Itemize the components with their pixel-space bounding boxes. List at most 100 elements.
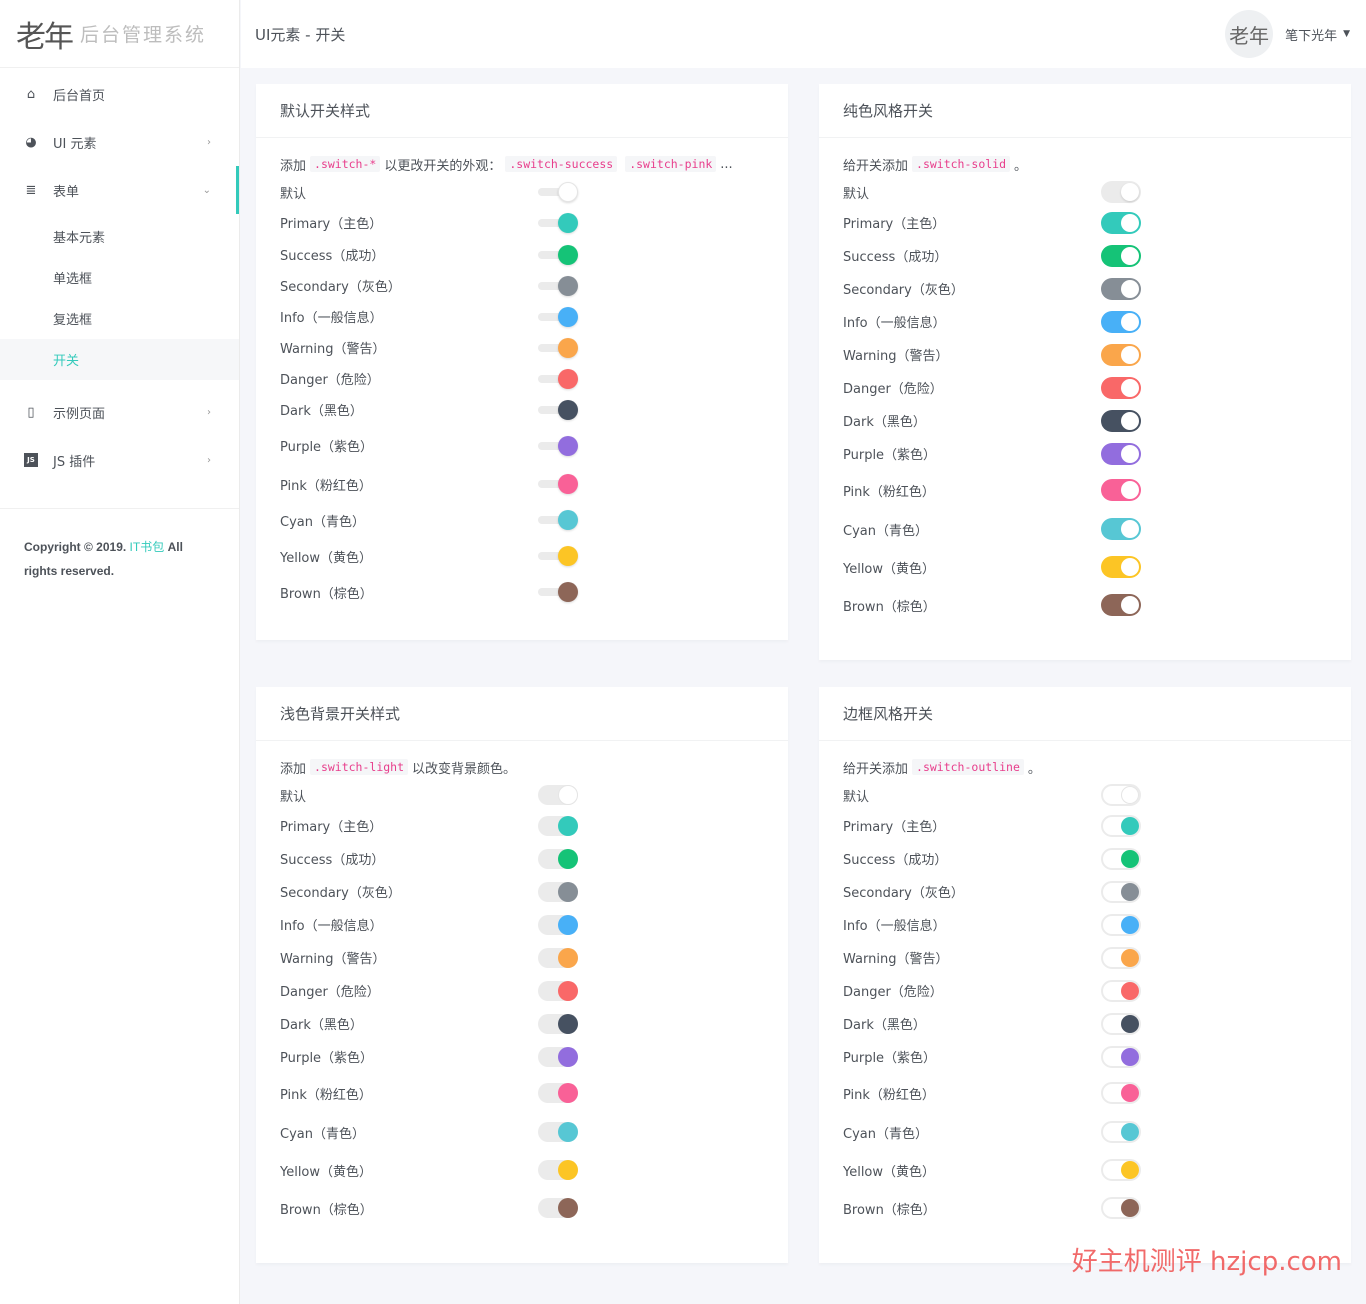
user-menu[interactable]: 老年 笔下光年 ▼ (1225, 10, 1350, 58)
sidebar-subitem-basic[interactable]: 基本元素 (0, 216, 239, 257)
switch-label: Warning（警告） (280, 342, 386, 357)
caret-down-icon[interactable]: ▼ (1343, 29, 1350, 39)
switch-toggle-cyan[interactable] (1101, 1121, 1141, 1143)
switch-toggle-success[interactable] (538, 848, 578, 869)
switch-toggle-danger[interactable] (1101, 979, 1141, 1002)
switch-knob (1121, 882, 1139, 901)
chevron-right-icon: › (207, 406, 211, 418)
sidebar-item-forms[interactable]: ≣ 表单 ⌄ (0, 166, 239, 214)
switch-toggle-warning[interactable] (538, 337, 578, 358)
desc-text: 以改变背景颜色。 (412, 761, 517, 777)
switch-toggle-dark[interactable] (538, 399, 578, 420)
switch-label: Danger（危险） (280, 373, 380, 388)
home-icon: ⌂ (26, 86, 36, 102)
switch-row-info: Info（一般信息） (280, 908, 764, 941)
switch-toggle-purple[interactable] (538, 1046, 578, 1067)
switch-row-success: Success（成功） (843, 842, 1327, 875)
switch-toggle-brown[interactable] (538, 1198, 578, 1218)
switch-knob (1121, 520, 1139, 538)
logo[interactable]: 老年 后台管理系统 (0, 0, 239, 68)
switch-toggle-primary[interactable] (538, 815, 578, 836)
switch-toggle-primary[interactable] (1101, 814, 1141, 837)
switch-toggle-secondary[interactable] (538, 881, 578, 902)
switch-toggle-brown[interactable] (1101, 1197, 1141, 1219)
switch-toggle-info[interactable] (1101, 913, 1141, 936)
switch-toggle-danger[interactable] (1101, 376, 1141, 399)
list-icon: ≣ (25, 182, 37, 198)
sidebar-submenu: 基本元素 单选框 复选框 开关 (0, 214, 239, 380)
switch-knob (1121, 213, 1139, 232)
avatar[interactable]: 老年 (1225, 10, 1274, 58)
switch-toggle-primary[interactable] (1101, 211, 1141, 234)
switch-toggle-secondary[interactable] (538, 275, 578, 296)
sidebar-item-js[interactable]: JS JS 插件 › (0, 436, 239, 484)
switch-toggle-purple[interactable] (538, 435, 578, 456)
switch-row-pink: Pink（粉红色） (280, 1073, 764, 1113)
logo-text: 后台管理系统 (80, 24, 207, 46)
switch-toggle-cyan[interactable] (538, 1122, 578, 1142)
switch-toggle-dark[interactable] (538, 1013, 578, 1034)
sidebar-subitem-radio[interactable]: 单选框 (0, 257, 239, 298)
switch-label: Yellow（黄色） (280, 1164, 373, 1180)
switch-knob (558, 815, 578, 836)
switch-toggle-pink[interactable] (538, 474, 578, 494)
sidebar-item-examples[interactable]: ▯ 示例页面 › (0, 388, 239, 436)
switch-row-yellow: Yellow（黄色） (843, 548, 1327, 586)
switch-row-yellow: Yellow（黄色） (843, 1151, 1327, 1189)
switch-toggle-dark[interactable] (1101, 409, 1141, 432)
switch-toggle-purple[interactable] (1101, 1045, 1141, 1068)
switch-toggle-secondary[interactable] (1101, 880, 1141, 903)
switch-toggle-warning[interactable] (538, 947, 578, 968)
switch-toggle-secondary[interactable] (1101, 277, 1141, 300)
switch-toggle-success[interactable] (1101, 244, 1141, 267)
copyright-brand-link[interactable]: IT书包 (130, 540, 165, 554)
switch-toggle-yellow[interactable] (1101, 556, 1141, 578)
switch-knob (558, 1160, 578, 1180)
switch-label: Brown（棕色） (843, 1202, 936, 1218)
switch-toggle-warning[interactable] (1101, 343, 1141, 366)
sidebar-item-home[interactable]: ⌂ 后台首页 (0, 70, 239, 118)
switch-toggle-yellow[interactable] (538, 1160, 578, 1180)
sidebar-subitem-checkbox[interactable]: 复选框 (0, 298, 239, 339)
switch-toggle-dark[interactable] (1101, 1012, 1141, 1035)
switch-toggle-cyan[interactable] (538, 510, 578, 530)
switch-toggle-info[interactable] (538, 914, 578, 935)
switch-toggle-yellow[interactable] (1101, 1159, 1141, 1181)
switch-toggle-pink[interactable] (1101, 1082, 1141, 1104)
switch-toggle-pink[interactable] (538, 1083, 578, 1103)
switch-toggle-default[interactable] (538, 785, 578, 805)
switch-label: Brown（棕色） (280, 586, 373, 602)
switch-toggle-cyan[interactable] (1101, 518, 1141, 540)
switch-toggle-default[interactable] (538, 182, 578, 202)
switch-toggle-danger[interactable] (538, 980, 578, 1001)
switch-toggle-info[interactable] (1101, 310, 1141, 333)
sidebar-item-ui[interactable]: ◕ UI 元素 › (0, 118, 239, 166)
code-snippet: .switch-* (310, 156, 381, 172)
file-icon: ▯ (27, 404, 35, 420)
switch-toggle-warning[interactable] (1101, 946, 1141, 969)
switch-toggle-default[interactable] (1101, 181, 1141, 203)
switch-label: Pink（粉红色） (843, 484, 935, 500)
switch-knob (1121, 312, 1139, 331)
switch-label: Dark（黑色） (280, 1018, 363, 1033)
switch-toggle-brown[interactable] (1101, 594, 1141, 616)
switch-toggle-success[interactable] (538, 244, 578, 265)
user-name[interactable]: 笔下光年 (1285, 25, 1337, 44)
switch-knob (558, 244, 578, 265)
sidebar-item-label: UI 元素 (53, 136, 97, 152)
switch-toggle-yellow[interactable] (538, 546, 578, 566)
switch-toggle-purple[interactable] (1101, 442, 1141, 465)
switch-toggle-info[interactable] (538, 306, 578, 327)
sidebar-subitem-switch[interactable]: 开关 (0, 339, 239, 380)
switch-toggle-danger[interactable] (538, 368, 578, 389)
switch-toggle-primary[interactable] (538, 212, 578, 233)
switch-row-brown: Brown（棕色） (843, 1189, 1327, 1227)
switch-toggle-pink[interactable] (1101, 479, 1141, 501)
switch-label: Info（一般信息） (280, 919, 383, 934)
switch-row-dark: Dark（黑色） (843, 1007, 1327, 1040)
switch-toggle-success[interactable] (1101, 847, 1141, 870)
switch-toggle-default[interactable] (1101, 784, 1141, 806)
switch-label: Success（成功） (280, 853, 385, 868)
switch-toggle-brown[interactable] (538, 582, 578, 602)
switch-row-warning: Warning（警告） (280, 941, 764, 974)
